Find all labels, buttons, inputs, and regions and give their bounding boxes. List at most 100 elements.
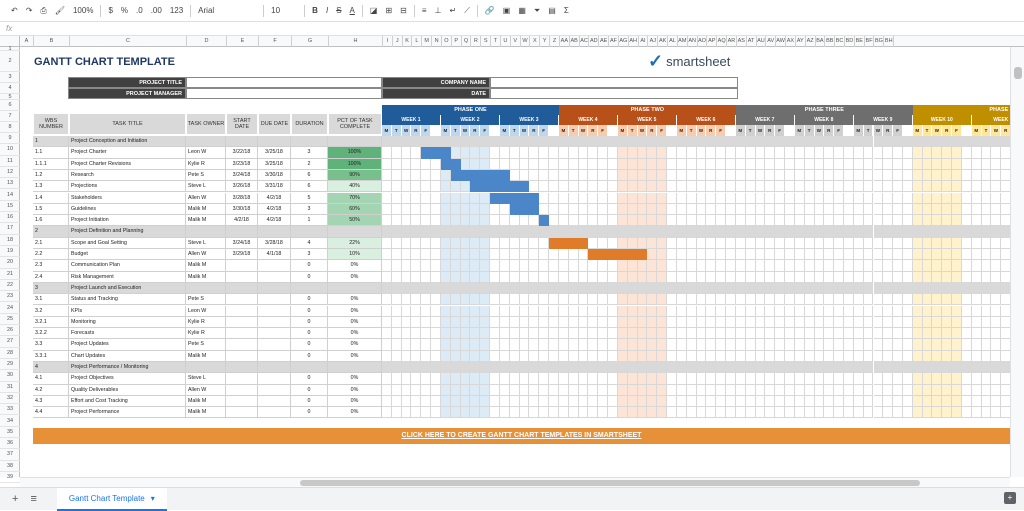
row-header[interactable]: 30 <box>0 370 20 382</box>
gantt-cell[interactable] <box>519 316 530 329</box>
row-header[interactable]: 22 <box>0 280 20 292</box>
gantt-cell[interactable] <box>814 260 825 272</box>
gantt-cell[interactable] <box>785 226 795 238</box>
gantt-cell[interactable] <box>519 373 530 385</box>
column-header[interactable]: AC <box>580 36 590 47</box>
gantt-cell[interactable] <box>588 260 599 272</box>
gantt-cell[interactable] <box>883 237 894 249</box>
gantt-cell[interactable] <box>961 249 972 261</box>
gantt-cell[interactable] <box>706 362 717 374</box>
gantt-cell[interactable] <box>480 339 491 351</box>
create-gantt-link[interactable]: CLICK HERE TO CREATE GANTT CHART TEMPLAT… <box>33 428 1010 444</box>
gantt-cell[interactable] <box>637 226 648 238</box>
gantt-cell[interactable] <box>627 407 638 419</box>
gantt-cell[interactable] <box>735 271 746 283</box>
gantt-cell[interactable] <box>657 282 668 295</box>
gantt-cell[interactable] <box>440 350 451 362</box>
cell-owner[interactable] <box>186 226 226 238</box>
gantt-cell[interactable] <box>627 395 638 408</box>
gantt-cell[interactable] <box>853 271 864 283</box>
cell-due[interactable] <box>258 294 291 306</box>
gantt-cell[interactable] <box>814 350 825 362</box>
gantt-cell[interactable] <box>578 395 589 408</box>
gantt-cell[interactable] <box>598 328 609 340</box>
gantt-cell[interactable] <box>834 350 844 362</box>
cell-wbs[interactable]: 2 <box>33 226 69 238</box>
gantt-cell[interactable] <box>844 339 854 351</box>
gantt-cell[interactable] <box>971 328 982 340</box>
gantt-cell[interactable] <box>824 158 835 170</box>
gantt-cell[interactable] <box>431 192 441 204</box>
gantt-cell[interactable] <box>401 136 412 148</box>
cell-wbs[interactable]: 1.3 <box>33 181 69 193</box>
gantt-cell[interactable] <box>981 407 992 419</box>
gantt-cell[interactable] <box>932 271 943 283</box>
gantt-cell[interactable] <box>617 395 628 408</box>
cell-title[interactable]: Monitoring <box>69 316 186 329</box>
gantt-cell[interactable] <box>755 249 766 261</box>
cell-start[interactable] <box>226 271 258 283</box>
row-header[interactable]: 28 <box>0 348 20 359</box>
gantt-bar[interactable] <box>549 237 589 249</box>
gantt-cell[interactable] <box>893 147 903 159</box>
gantt-cell[interactable] <box>549 181 559 193</box>
gantt-cell[interactable] <box>391 249 402 261</box>
gantt-cell[interactable] <box>794 362 805 374</box>
gantt-cell[interactable] <box>804 158 815 170</box>
gantt-cell[interactable] <box>431 294 441 306</box>
gantt-cell[interactable] <box>981 316 992 329</box>
gantt-cell[interactable] <box>834 249 844 261</box>
gantt-cell[interactable] <box>775 362 786 374</box>
gantt-cell[interactable] <box>834 237 844 249</box>
gantt-cell[interactable] <box>460 249 471 261</box>
gantt-cell[interactable] <box>470 136 481 148</box>
gantt-cell[interactable] <box>667 294 677 306</box>
gantt-cell[interactable] <box>814 384 825 396</box>
gantt-cell[interactable] <box>608 260 618 272</box>
undo-icon[interactable]: ↶ <box>10 6 19 15</box>
gantt-cell[interactable] <box>785 373 795 385</box>
cell-owner[interactable]: Pete S <box>186 169 226 182</box>
cell-due[interactable]: 3/30/18 <box>258 169 291 182</box>
gantt-cell[interactable] <box>657 203 668 216</box>
gantt-cell[interactable] <box>382 203 392 216</box>
gantt-cell[interactable] <box>470 271 481 283</box>
gantt-cell[interactable] <box>794 147 805 159</box>
gantt-cell[interactable] <box>942 316 953 329</box>
gantt-cell[interactable] <box>912 203 923 216</box>
gantt-cell[interactable] <box>401 260 412 272</box>
gantt-cell[interactable] <box>706 373 717 385</box>
gantt-cell[interactable] <box>952 260 962 272</box>
gantt-cell[interactable] <box>401 226 412 238</box>
gantt-cell[interactable] <box>981 203 992 216</box>
gantt-cell[interactable] <box>824 282 835 295</box>
gantt-cell[interactable] <box>588 407 599 419</box>
column-header[interactable]: C <box>70 36 187 47</box>
gantt-cell[interactable] <box>735 294 746 306</box>
gantt-cell[interactable] <box>883 395 894 408</box>
gantt-cell[interactable] <box>883 147 894 159</box>
cell-start[interactable]: 3/30/18 <box>226 203 258 216</box>
gantt-cell[interactable] <box>971 237 982 249</box>
gantt-cell[interactable] <box>735 373 746 385</box>
gantt-cell[interactable] <box>804 373 815 385</box>
gantt-cell[interactable] <box>657 169 668 182</box>
gantt-cell[interactable] <box>804 249 815 261</box>
gantt-cell[interactable] <box>667 362 677 374</box>
gantt-cell[interactable] <box>932 203 943 216</box>
gantt-cell[interactable] <box>922 339 933 351</box>
gantt-cell[interactable] <box>991 271 1002 283</box>
gantt-cell[interactable] <box>873 237 884 249</box>
gantt-cell[interactable] <box>883 384 894 396</box>
gantt-cell[interactable] <box>382 373 392 385</box>
cell-duration[interactable]: 2 <box>291 158 328 170</box>
gantt-cell[interactable] <box>912 192 923 204</box>
gantt-cell[interactable] <box>785 215 795 227</box>
gantt-cell[interactable] <box>912 294 923 306</box>
gantt-cell[interactable] <box>382 215 392 227</box>
gantt-cell[interactable] <box>961 215 972 227</box>
gantt-cell[interactable] <box>470 294 481 306</box>
gantt-cell[interactable] <box>450 384 461 396</box>
cell-owner[interactable]: Steve L <box>186 237 226 249</box>
gantt-cell[interactable] <box>539 294 550 306</box>
